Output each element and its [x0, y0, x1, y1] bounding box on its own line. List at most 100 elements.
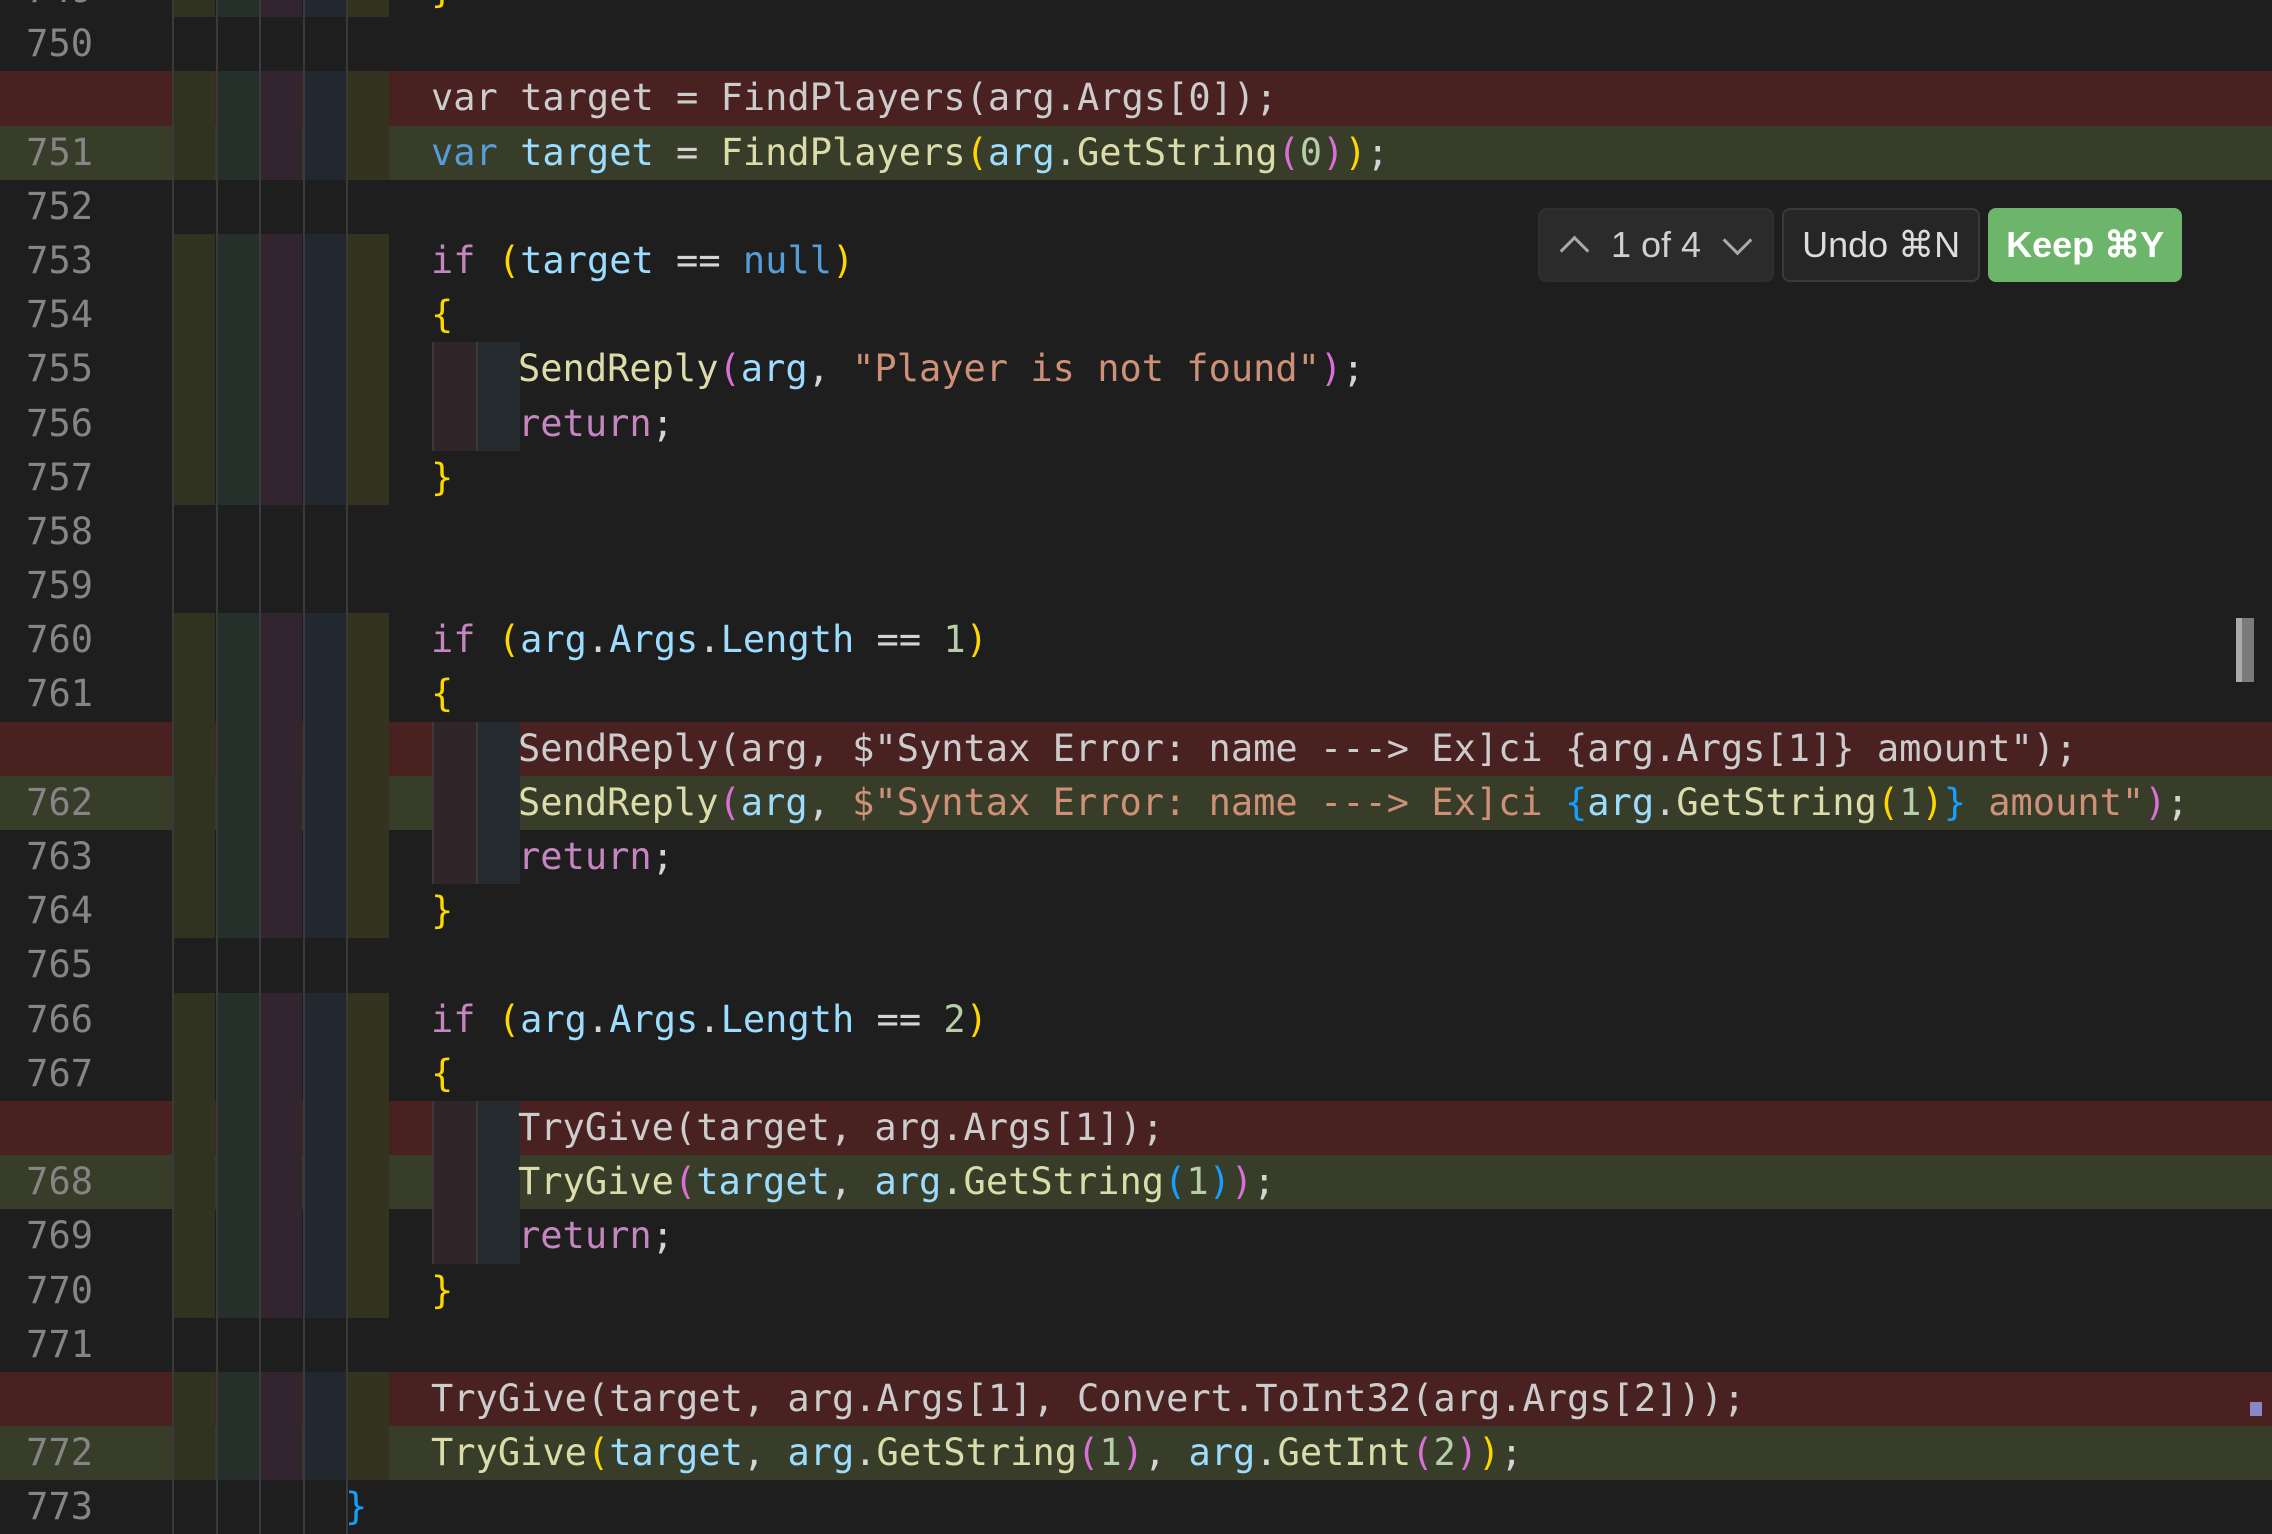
- code-token: {: [431, 1051, 454, 1095]
- indent-guides: [172, 559, 392, 614]
- chevron-down-icon[interactable]: [1722, 225, 1753, 255]
- code-line[interactable]: 766 if (arg.Args.Length == 2): [0, 992, 2272, 1047]
- code-line[interactable]: 758: [0, 504, 2272, 560]
- code-token: ==: [854, 618, 944, 662]
- line-number: 772: [26, 1431, 93, 1475]
- code-token: target: [520, 238, 654, 282]
- code-token: (: [718, 347, 741, 391]
- line-number: 767: [26, 1051, 93, 1095]
- code-text: TryGive(target, arg.GetString(1));: [518, 1155, 1275, 1209]
- code-token: ==: [653, 238, 743, 282]
- code-token: ): [1921, 780, 1944, 824]
- line-number: 763: [26, 835, 93, 878]
- code-token: .: [1255, 1431, 1278, 1475]
- removed-line[interactable]: TryGive(target, arg.Args[1]);: [0, 1100, 2272, 1156]
- code-token: arg: [740, 347, 808, 391]
- code-token: 0: [1299, 130, 1323, 174]
- code-line[interactable]: 767 {: [0, 1046, 2272, 1102]
- code-token: }: [431, 455, 454, 499]
- code-line[interactable]: 773}: [0, 1480, 2272, 1534]
- removed-line[interactable]: var target = FindPlayers(arg.Args[0]);: [0, 71, 2272, 126]
- code-line[interactable]: 757}: [0, 450, 2272, 506]
- code-token: {: [431, 672, 454, 716]
- code-token: 1: [943, 618, 966, 662]
- code-line[interactable]: 770}: [0, 1263, 2272, 1318]
- code-line[interactable]: 761 {: [0, 667, 2272, 722]
- indent-guides: [172, 884, 392, 939]
- code-text: }: [431, 0, 453, 17]
- code-line[interactable]: 769 return;: [0, 1209, 2272, 1264]
- code-token: }: [1943, 780, 1966, 824]
- change-navigator: 1 of 4: [1538, 208, 1775, 282]
- code-token: SendReply: [518, 347, 719, 391]
- code-token: Length: [720, 618, 855, 662]
- indent-guides: [172, 125, 392, 180]
- added-line[interactable]: 751 var target = FindPlayers(arg.GetStrin…: [0, 125, 2272, 180]
- code-token: GetString: [1676, 780, 1877, 824]
- indent-guides: [172, 1317, 392, 1373]
- indent-guides: [172, 0, 392, 18]
- added-line[interactable]: 772 TryGive(target, arg.GetString(1), arg…: [0, 1426, 2272, 1481]
- added-line[interactable]: 768 TryGive(target, arg.GetString(1));: [0, 1155, 2272, 1210]
- code-token: var: [431, 130, 498, 174]
- code-line[interactable]: 771: [0, 1317, 2272, 1373]
- removed-line[interactable]: SendReply(arg, $"Syntax Error: name --->…: [0, 721, 2272, 777]
- code-token: }: [431, 0, 453, 11]
- indent-guides: [172, 233, 392, 289]
- indent-guides: [172, 1209, 520, 1264]
- code-token: (: [1876, 780, 1900, 824]
- code-token: ,: [807, 780, 853, 824]
- removed-line[interactable]: TryGive(target, arg.Args[1], Convert.ToI…: [0, 1371, 2272, 1427]
- line-number: 760: [26, 618, 93, 662]
- code-line[interactable]: 750: [0, 17, 2272, 72]
- code-token: (: [1077, 1431, 1100, 1475]
- code-token: ): [1344, 130, 1367, 174]
- code-token: (: [586, 1431, 610, 1475]
- chevron-up-icon[interactable]: [1559, 235, 1590, 265]
- indent-guides: [172, 1100, 520, 1156]
- keep-button[interactable]: Keep ⌘Y: [1988, 208, 2183, 282]
- code-text: TryGive(target, arg.GetString(1), arg.Ge…: [431, 1426, 1523, 1480]
- indent-guides: [172, 1155, 520, 1210]
- code-token: arg: [520, 997, 587, 1041]
- code-token: ,: [1143, 1431, 1189, 1475]
- code-token: if: [431, 618, 476, 662]
- code-token: 2: [943, 997, 966, 1041]
- code-line[interactable]: 755 SendReply(arg, "Player is not found")…: [0, 342, 2272, 397]
- code-token: TryGive(target, arg.Args[1], Convert.ToI…: [431, 1376, 1746, 1420]
- code-line[interactable]: 756 return;: [0, 396, 2272, 451]
- line-number: 751: [26, 130, 93, 174]
- added-line[interactable]: 762 SendReply(arg, $"Syntax Error: name -…: [0, 775, 2272, 831]
- code-text: return;: [518, 1209, 674, 1263]
- line-number: 750: [26, 22, 93, 66]
- code-token: var target = FindPlayers(arg.Args[0]);: [431, 76, 1278, 120]
- code-token: {: [431, 293, 454, 337]
- code-line[interactable]: 765: [0, 938, 2272, 993]
- code-line[interactable]: 764}: [0, 884, 2272, 939]
- code-token: (: [497, 997, 521, 1041]
- indent-guides: [172, 1426, 392, 1481]
- code-line[interactable]: 749}: [0, 0, 2272, 18]
- undo-button[interactable]: Undo ⌘N: [1782, 208, 1981, 282]
- code-text: return;: [518, 397, 674, 451]
- code-token: arg: [1587, 780, 1655, 824]
- code-line[interactable]: 759: [0, 559, 2272, 614]
- code-text: }: [345, 1480, 367, 1534]
- code-token: ;: [651, 835, 674, 878]
- code-token: return: [518, 1214, 652, 1258]
- code-line[interactable]: 760 if (arg.Args.Length == 1): [0, 613, 2272, 668]
- code-line[interactable]: 763 return;: [0, 830, 2272, 885]
- code-token: ,: [807, 347, 853, 391]
- code-token: ): [1208, 1160, 1231, 1204]
- code-line[interactable]: 754 {: [0, 288, 2272, 343]
- code-token: arg: [874, 1160, 942, 1204]
- code-token: SendReply(arg, $"Syntax Error: name --->…: [518, 726, 2078, 770]
- code-token: ): [1322, 130, 1345, 174]
- line-number: 769: [26, 1214, 93, 1258]
- code-text: {: [431, 288, 453, 342]
- code-token: TryGive: [431, 1431, 587, 1475]
- change-counter: 1 of 4: [1611, 224, 1702, 265]
- code-token: (: [1411, 1431, 1434, 1475]
